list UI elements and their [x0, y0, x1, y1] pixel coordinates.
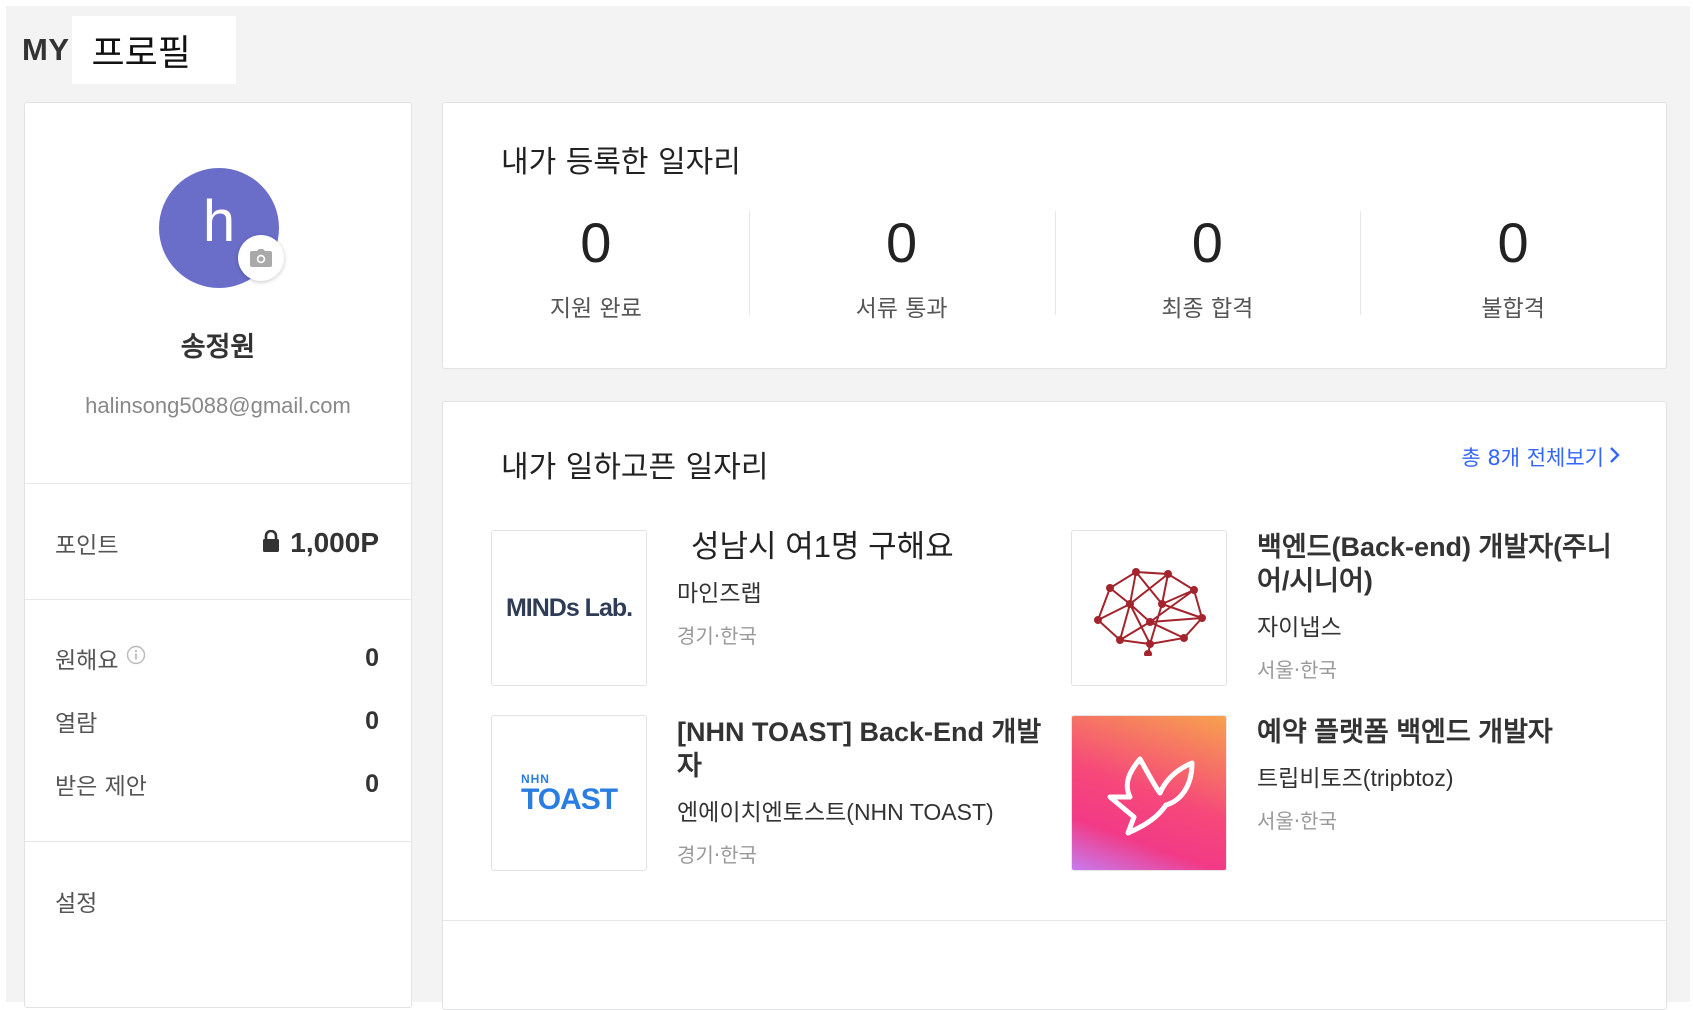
brain-network-icon [1094, 568, 1206, 656]
minds-lab-logo: MINDs Lab. [505, 593, 633, 622]
view-all-label: 총 8개 전체보기 [1461, 446, 1604, 470]
points-row[interactable]: 포인트 1,000P [55, 523, 379, 563]
job-location: 경기·한국 [677, 843, 757, 867]
profile-email: halinsong5088@gmail.com [85, 393, 351, 418]
stat-value: 0 [1497, 211, 1529, 274]
job-location: 경기·한국 [677, 624, 757, 648]
stat-row-offers[interactable]: 받은 제안 0 [55, 764, 379, 804]
job-location: 서울·한국 [1257, 809, 1337, 833]
company-logo: MINDs Lab. [491, 530, 647, 686]
info-icon[interactable] [126, 645, 146, 671]
job-card[interactable]: NHN TOAST [NHN TOAST] Back-End 개발자 엔에이치엔… [491, 715, 1051, 875]
application-stats: 0 지원 완료 0 서류 통과 0 최종 합격 0 불합격 [443, 211, 1666, 322]
stat-label: 불합격 [1481, 296, 1545, 322]
job-title: 예약 플랫폼 백엔드 개발자 [1257, 717, 1553, 747]
job-card[interactable]: MINDs Lab. 성남시 여1명 구해요 마인즈랩 경기·한국 [491, 530, 1051, 690]
job-title: [NHN TOAST] Back-End 개발자 [677, 717, 1042, 781]
page-header: MY 프로필 [22, 16, 236, 84]
lock-icon [262, 527, 280, 559]
stat-row-likes[interactable]: 원해요 0 [55, 638, 379, 678]
divider [748, 211, 750, 315]
offers-count: 0 [365, 769, 379, 798]
job-location: 서울·한국 [1257, 658, 1337, 682]
divider [25, 483, 411, 484]
section-title: 내가 일하고픈 일자리 [501, 450, 769, 485]
offers-label: 받은 제안 [55, 774, 147, 800]
stat-value: 0 [1191, 211, 1223, 274]
view-all-link[interactable]: 총 8개 전체보기 [1461, 442, 1620, 472]
views-count: 0 [365, 706, 379, 735]
settings-link[interactable]: 설정 [55, 881, 379, 921]
points-label: 포인트 [55, 533, 119, 559]
job-title: 성남시 여1명 구해요 [691, 529, 954, 564]
likes-label: 원해요 [55, 648, 119, 674]
settings-label: 설정 [55, 891, 98, 917]
wanted-jobs-card: 내가 일하고픈 일자리 총 8개 전체보기 MINDs Lab. 성남시 여1명… [442, 401, 1667, 1010]
chevron-right-icon [1608, 445, 1620, 469]
job-card[interactable]: 백엔드(Back-end) 개발자(주니어/시니어) 자이냅스 서울·한국 [1071, 530, 1631, 690]
toast-logo-text: TOAST [520, 783, 618, 816]
page-title: 프로필 [71, 16, 236, 84]
company-logo [1071, 715, 1227, 871]
stat-rejected[interactable]: 0 불합격 [1360, 211, 1666, 322]
section-title: 내가 등록한 일자리 [501, 145, 741, 180]
stat-applied[interactable]: 0 지원 완료 [443, 211, 749, 322]
company-name: 트립비토즈(tripbtoz) [1257, 765, 1454, 791]
stat-row-views[interactable]: 열람 0 [55, 701, 379, 741]
stat-label: 서류 통과 [855, 296, 948, 322]
stat-value: 0 [886, 211, 918, 274]
company-name: 마인즈랩 [677, 580, 762, 606]
job-card[interactable]: 예약 플랫폼 백엔드 개발자 트립비토즈(tripbtoz) 서울·한국 [1071, 715, 1631, 875]
stat-value: 0 [580, 211, 612, 274]
profile-name: 송정원 [180, 332, 256, 363]
company-name: 자이냅스 [1257, 614, 1342, 640]
stat-final-accepted[interactable]: 0 최종 합격 [1054, 211, 1361, 322]
company-logo: NHN TOAST [491, 715, 647, 871]
divider [25, 841, 411, 842]
profile-card: h 송정원 halinsong5088@gmail.com 포인트 1,000P… [24, 102, 412, 1008]
company-name: 엔에이치엔토스트(NHN TOAST) [677, 799, 994, 825]
job-title: 백엔드(Back-end) 개발자(주니어/시니어) [1257, 532, 1612, 596]
divider [25, 599, 411, 600]
stat-label: 최종 합격 [1161, 296, 1254, 322]
divider [1054, 211, 1056, 315]
my-label: MY [22, 32, 70, 67]
points-value: 1,000P [290, 527, 379, 558]
stat-passed-documents[interactable]: 0 서류 통과 [748, 211, 1055, 322]
camera-icon[interactable] [238, 235, 284, 281]
views-label: 열람 [55, 711, 98, 737]
tripbtoz-fox-icon [1107, 756, 1195, 836]
divider [443, 920, 1666, 921]
company-logo [1071, 530, 1227, 686]
stat-label: 지원 완료 [549, 296, 642, 322]
likes-count: 0 [365, 643, 379, 672]
divider [1360, 211, 1362, 315]
registered-jobs-card: 내가 등록한 일자리 0 지원 완료 0 서류 통과 0 최종 합격 0 불합격 [442, 102, 1667, 369]
